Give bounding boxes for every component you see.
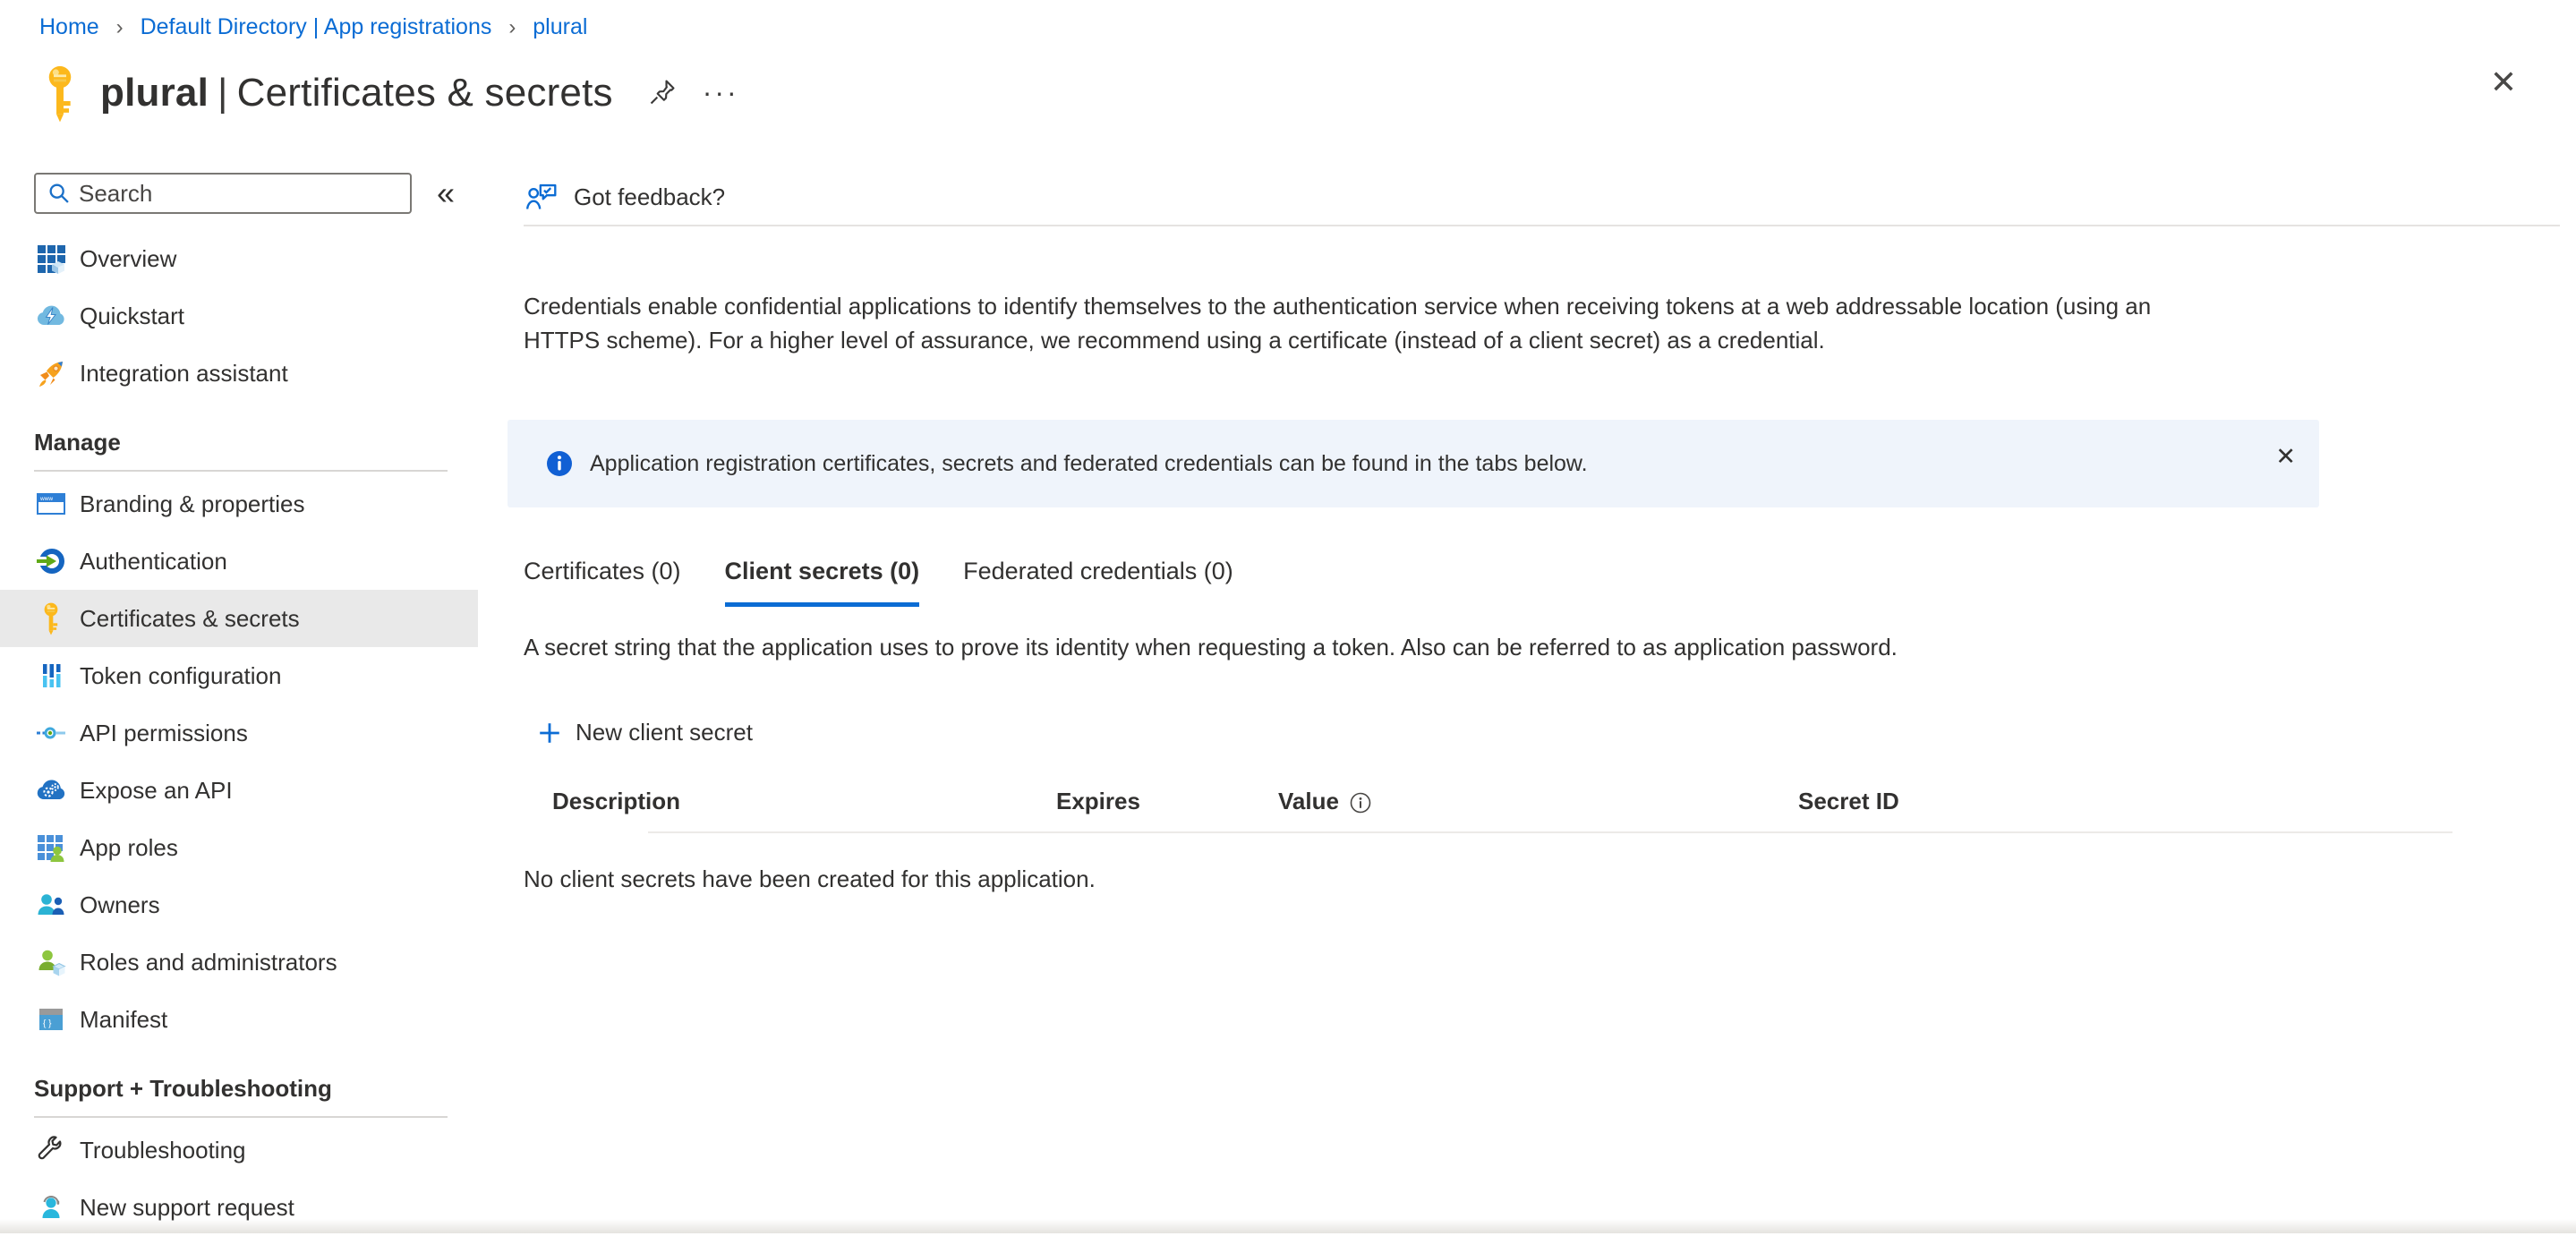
- browser-window-icon: www: [34, 486, 68, 522]
- new-client-secret-label: New client secret: [576, 719, 753, 746]
- sidebar-item-roles-administrators[interactable]: Roles and administrators: [0, 933, 478, 991]
- feedback-icon: [524, 181, 559, 213]
- table-header-divider: [648, 831, 2452, 833]
- page-title-section: Certificates & secrets: [237, 71, 613, 115]
- search-input[interactable]: [79, 180, 410, 208]
- secrets-table-header: Description Expires Value Secret ID: [524, 788, 2576, 815]
- sidebar-item-label: Certificates & secrets: [80, 605, 300, 633]
- collapse-sidebar-button[interactable]: «: [437, 175, 455, 212]
- sidebar-item-label: Owners: [80, 891, 160, 919]
- sidebar-item-label: Expose an API: [80, 777, 233, 805]
- breadcrumb-separator: ›: [116, 15, 124, 39]
- sidebar-item-new-support-request[interactable]: New support request: [0, 1179, 478, 1236]
- page-title-app: plural: [100, 71, 209, 115]
- section-divider: [34, 1116, 448, 1118]
- svg-text:www: www: [39, 496, 53, 502]
- sidebar-item-token-configuration[interactable]: Token configuration: [0, 647, 478, 704]
- sign-in-icon: [34, 543, 68, 579]
- grid-person-icon: [34, 830, 68, 865]
- info-banner-text: Application registration certificates, s…: [590, 451, 1588, 477]
- cloud-gear-icon: [34, 772, 68, 808]
- api-permissions-icon: [34, 715, 68, 751]
- breadcrumb-home-link[interactable]: Home: [39, 14, 99, 39]
- info-banner-close-button[interactable]: ✕: [2275, 445, 2296, 469]
- plus-icon: [537, 720, 562, 746]
- svg-text:{ }: { }: [43, 1019, 52, 1029]
- sidebar-search[interactable]: [34, 173, 412, 214]
- sidebar-item-owners[interactable]: Owners: [0, 876, 478, 933]
- sidebar-item-label: Integration assistant: [80, 360, 288, 388]
- sidebar-section-support: Support + Troubleshooting: [0, 1075, 478, 1103]
- sidebar-item-authentication[interactable]: Authentication: [0, 533, 478, 590]
- info-banner: Application registration certificates, s…: [508, 420, 2319, 507]
- sidebar-item-label: App roles: [80, 834, 178, 862]
- sidebar-item-label: Overview: [80, 245, 176, 273]
- sidebar-section-manage: Manage: [0, 429, 478, 456]
- client-secret-description: A secret string that the application use…: [524, 634, 2576, 661]
- overview-icon: [34, 241, 68, 277]
- breadcrumb: Home › Default Directory | App registrat…: [0, 0, 2576, 40]
- person-cube-icon: [34, 944, 68, 980]
- wrench-icon: [34, 1132, 68, 1168]
- blade-content: Got feedback? Credentials enable confide…: [478, 173, 2576, 1236]
- quickstart-icon: [34, 298, 68, 334]
- sidebar-item-label: Token configuration: [80, 662, 281, 690]
- column-value-label: Value: [1278, 788, 1339, 815]
- code-window-icon: { }: [34, 1002, 68, 1037]
- sliders-icon: [34, 658, 68, 694]
- people-icon: [34, 887, 68, 923]
- sidebar-item-overview[interactable]: Overview: [0, 230, 478, 287]
- sidebar-item-api-permissions[interactable]: API permissions: [0, 704, 478, 762]
- blade-header: plural|Certificates & secrets ···: [41, 58, 2576, 135]
- sidebar-item-manifest[interactable]: { } Manifest: [0, 991, 478, 1048]
- tab-client-secrets[interactable]: Client secrets (0): [725, 558, 920, 607]
- pin-icon: [647, 96, 678, 111]
- key-icon: [41, 64, 79, 131]
- sidebar-item-app-roles[interactable]: App roles: [0, 819, 478, 876]
- blade-sidebar: « Overview: [0, 173, 478, 1236]
- sidebar-item-label: Branding & properties: [80, 490, 304, 518]
- credentials-description: Credentials enable confidential applicat…: [524, 289, 2233, 357]
- section-divider: [34, 470, 448, 472]
- sidebar-item-expose-an-api[interactable]: Expose an API: [0, 762, 478, 819]
- column-secret-id: Secret ID: [1798, 788, 1899, 815]
- sidebar-item-integration-assistant[interactable]: Integration assistant: [0, 345, 478, 402]
- got-feedback-label: Got feedback?: [574, 183, 725, 211]
- value-info-icon[interactable]: [1349, 791, 1372, 814]
- sidebar-item-certificates-secrets[interactable]: Certificates & secrets: [0, 590, 478, 647]
- column-description: Description: [552, 788, 1056, 815]
- sidebar-item-label: Roles and administrators: [80, 949, 337, 976]
- sidebar-item-label: API permissions: [80, 720, 248, 747]
- support-person-icon: [34, 1189, 68, 1225]
- breadcrumb-app-registrations-link[interactable]: Default Directory | App registrations: [141, 14, 492, 39]
- sidebar-item-label: New support request: [80, 1194, 294, 1222]
- sidebar-item-label: Authentication: [80, 548, 227, 575]
- pin-button[interactable]: [647, 77, 678, 112]
- page-title-separator: |: [218, 71, 228, 115]
- tab-bar: Certificates (0) Client secrets (0) Fede…: [524, 558, 2576, 607]
- sidebar-item-quickstart[interactable]: Quickstart: [0, 287, 478, 345]
- page-title: plural|Certificates & secrets: [100, 71, 613, 115]
- column-value: Value: [1278, 788, 1798, 815]
- key-icon: [34, 601, 68, 636]
- tab-federated-credentials[interactable]: Federated credentials (0): [963, 558, 1233, 607]
- search-icon: [47, 181, 72, 206]
- breadcrumb-separator: ›: [508, 15, 516, 39]
- tab-certificates[interactable]: Certificates (0): [524, 558, 681, 607]
- more-commands-button[interactable]: ···: [703, 76, 739, 109]
- rocket-icon: [34, 355, 68, 391]
- breadcrumb-plural-link[interactable]: plural: [533, 14, 587, 39]
- sidebar-item-troubleshooting[interactable]: Troubleshooting: [0, 1121, 478, 1179]
- column-expires: Expires: [1056, 788, 1278, 815]
- info-icon: [545, 449, 574, 478]
- new-client-secret-button[interactable]: New client secret: [537, 719, 859, 746]
- sidebar-item-branding-properties[interactable]: www Branding & properties: [0, 475, 478, 533]
- got-feedback-button[interactable]: Got feedback?: [524, 176, 828, 217]
- sidebar-item-label: Troubleshooting: [80, 1137, 246, 1164]
- sidebar-item-label: Quickstart: [80, 303, 184, 330]
- blade-close-button[interactable]: ✕: [2490, 66, 2517, 98]
- toolbar-divider: [524, 225, 2560, 226]
- empty-state-message: No client secrets have been created for …: [524, 865, 2576, 893]
- sidebar-item-label: Manifest: [80, 1006, 167, 1034]
